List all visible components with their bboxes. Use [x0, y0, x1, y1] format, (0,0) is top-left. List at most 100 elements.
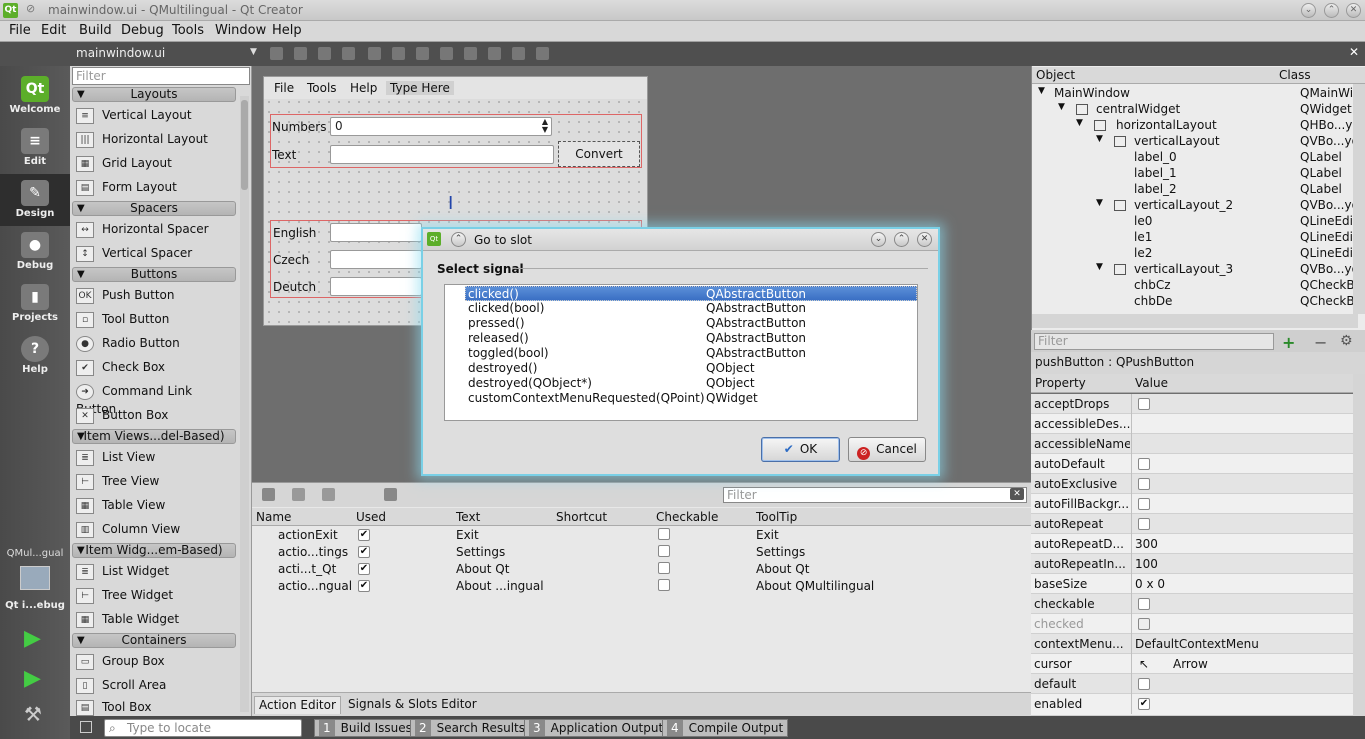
- buddy-edit-icon[interactable]: [318, 47, 331, 60]
- checkable-checkbox[interactable]: [658, 545, 670, 557]
- break-layout-icon[interactable]: [512, 47, 525, 60]
- configure-view-icon[interactable]: [384, 488, 397, 501]
- widget-tree-widget[interactable]: ⊢ Tree Widget: [76, 586, 236, 608]
- ok-button[interactable]: ✔ OK: [761, 437, 840, 462]
- property-row[interactable]: cursor ↖ Arrow: [1031, 654, 1353, 674]
- tree-row[interactable]: chbCz QCheckB: [1032, 278, 1358, 294]
- col-text[interactable]: Text: [456, 510, 480, 524]
- tree-row[interactable]: ▼MainWindowQMainWindo: [1032, 86, 1365, 102]
- category-item-widgets[interactable]: ▼ Item Widg...em-Based): [72, 543, 236, 558]
- widget-tree-view[interactable]: ⊢ Tree View: [76, 472, 236, 494]
- widget-box-scrollbar[interactable]: [240, 96, 249, 712]
- menu-tools[interactable]: Tools: [172, 23, 204, 38]
- dialog-close-button[interactable]: ✕: [917, 232, 932, 247]
- tree-row[interactable]: ▼ centralWidget QWidget: [1032, 102, 1358, 118]
- tab-action-editor[interactable]: Action Editor: [254, 696, 341, 714]
- cancel-button[interactable]: ⊘ Cancel: [848, 437, 926, 462]
- table-row[interactable]: actionExit ✔ Exit Exit: [252, 527, 1031, 544]
- locator-input[interactable]: Type to locate: [104, 719, 302, 737]
- form-menu-type-here[interactable]: Type Here: [386, 81, 454, 95]
- english-input[interactable]: [330, 223, 422, 242]
- property-row[interactable]: accessibleDes...: [1031, 414, 1353, 434]
- property-row[interactable]: autoExclusive: [1031, 474, 1353, 494]
- signal-edit-icon[interactable]: [294, 47, 307, 60]
- property-row[interactable]: contextMenu... DefaultContextMenu: [1031, 634, 1353, 654]
- mode-welcome[interactable]: Qt Welcome: [0, 70, 70, 122]
- menu-build[interactable]: Build: [79, 23, 112, 38]
- table-row[interactable]: acti...t_Qt ✔ About Qt About Qt: [252, 561, 1031, 578]
- close-editor-icon[interactable]: ✕: [1349, 45, 1363, 61]
- configure-wrench-icon[interactable]: ⚙: [1340, 333, 1353, 349]
- tab-search-results[interactable]: 2 Search Results: [410, 719, 531, 737]
- shade-button[interactable]: ⌃: [451, 232, 466, 247]
- property-editor-scrollbar[interactable]: [1353, 374, 1365, 716]
- signal-row[interactable]: pressed() QAbstractButton: [465, 316, 917, 331]
- col-object[interactable]: Object: [1036, 68, 1075, 82]
- toggle-sidebar-icon[interactable]: [80, 721, 92, 733]
- layout-grid-icon[interactable]: [464, 47, 477, 60]
- col-class[interactable]: Class: [1279, 68, 1311, 82]
- property-row[interactable]: checkable: [1031, 594, 1353, 614]
- layout-horizontal-icon[interactable]: [368, 47, 381, 60]
- remove-property-icon[interactable]: −: [1314, 333, 1327, 352]
- property-row[interactable]: baseSize 0 x 0: [1031, 574, 1353, 594]
- widget-table-widget[interactable]: ▦ Table Widget: [76, 610, 236, 632]
- copy-action-icon[interactable]: [292, 488, 305, 501]
- adjust-size-icon[interactable]: [536, 47, 549, 60]
- widget-group-box[interactable]: ▭ Group Box: [76, 652, 236, 674]
- menu-window[interactable]: Window: [215, 23, 266, 38]
- category-item-views[interactable]: ▼ Item Views...del-Based): [72, 429, 236, 444]
- menu-file[interactable]: File: [9, 23, 31, 38]
- property-row[interactable]: autoRepeat: [1031, 514, 1353, 534]
- col-name[interactable]: Name: [256, 510, 291, 524]
- widget-horizontal-spacer[interactable]: ↔ Horizontal Spacer: [76, 220, 236, 242]
- widget-vertical-layout[interactable]: ≡ Vertical Layout: [76, 106, 236, 128]
- property-row[interactable]: default: [1031, 674, 1353, 694]
- spin-arrows-icon[interactable]: ▲ ▼: [542, 118, 548, 134]
- property-row[interactable]: enabled ✔: [1031, 694, 1353, 716]
- table-row[interactable]: actio...ngual ✔ About ...ingual About QM…: [252, 578, 1031, 595]
- numbers-spinbox[interactable]: 0 ▲ ▼: [330, 117, 552, 136]
- col-tooltip[interactable]: ToolTip: [756, 510, 797, 524]
- object-inspector-vscrollbar[interactable]: [1353, 84, 1365, 314]
- tree-row[interactable]: label_2 QLabel: [1032, 182, 1358, 198]
- property-row[interactable]: checked: [1031, 614, 1353, 634]
- tab-order-icon[interactable]: [342, 47, 355, 60]
- dialog-maximize-button[interactable]: ⌃: [894, 232, 909, 247]
- checkable-checkbox[interactable]: [658, 562, 670, 574]
- widget-filter-input[interactable]: Filter: [72, 67, 250, 85]
- category-spacers[interactable]: ▼ Spacers: [72, 201, 236, 216]
- property-row[interactable]: accessibleName: [1031, 434, 1353, 454]
- property-checkbox[interactable]: [1138, 598, 1150, 610]
- widget-list-widget[interactable]: ≣ List Widget: [76, 562, 236, 584]
- monitor-icon[interactable]: [20, 566, 50, 590]
- close-button[interactable]: ✕: [1346, 3, 1361, 18]
- widget-check-box[interactable]: ✔ Check Box: [76, 358, 236, 380]
- signal-row[interactable]: destroyed(QObject*) QObject: [465, 376, 917, 391]
- tree-row[interactable]: label_0 QLabel: [1032, 150, 1358, 166]
- tree-row[interactable]: ▼ verticalLayout QVBo...yout: [1032, 134, 1365, 150]
- tree-row[interactable]: chbDe QCheckB: [1032, 294, 1358, 314]
- signal-row[interactable]: clicked() QAbstractButton: [465, 286, 917, 301]
- category-layouts[interactable]: ▼ Layouts: [72, 87, 236, 102]
- col-property[interactable]: Property: [1035, 376, 1086, 390]
- property-row[interactable]: acceptDrops: [1031, 394, 1353, 414]
- form-menu-help[interactable]: Help: [350, 81, 377, 95]
- maximize-button[interactable]: ⌃: [1324, 3, 1339, 18]
- mode-design[interactable]: ✎ Design: [0, 174, 70, 226]
- text-input[interactable]: [330, 145, 554, 164]
- run-icon[interactable]: ▶: [24, 626, 41, 651]
- property-checkbox[interactable]: [1138, 458, 1150, 470]
- widget-tool-button[interactable]: ▫ Tool Button: [76, 310, 236, 332]
- widget-edit-icon[interactable]: [270, 47, 283, 60]
- layout-splitter-v-icon[interactable]: [440, 47, 453, 60]
- property-row[interactable]: autoRepeatD... 300: [1031, 534, 1353, 554]
- paste-action-icon[interactable]: [322, 488, 335, 501]
- form-menu-file[interactable]: File: [274, 81, 294, 95]
- property-row[interactable]: autoFillBackgr...: [1031, 494, 1353, 514]
- convert-button[interactable]: Convert: [558, 141, 640, 167]
- property-checkbox[interactable]: [1138, 398, 1150, 410]
- widget-scroll-area[interactable]: ▯ Scroll Area: [76, 676, 236, 698]
- tab-build-issues[interactable]: 1 Build Issues: [314, 719, 417, 737]
- layout-form-icon[interactable]: [488, 47, 501, 60]
